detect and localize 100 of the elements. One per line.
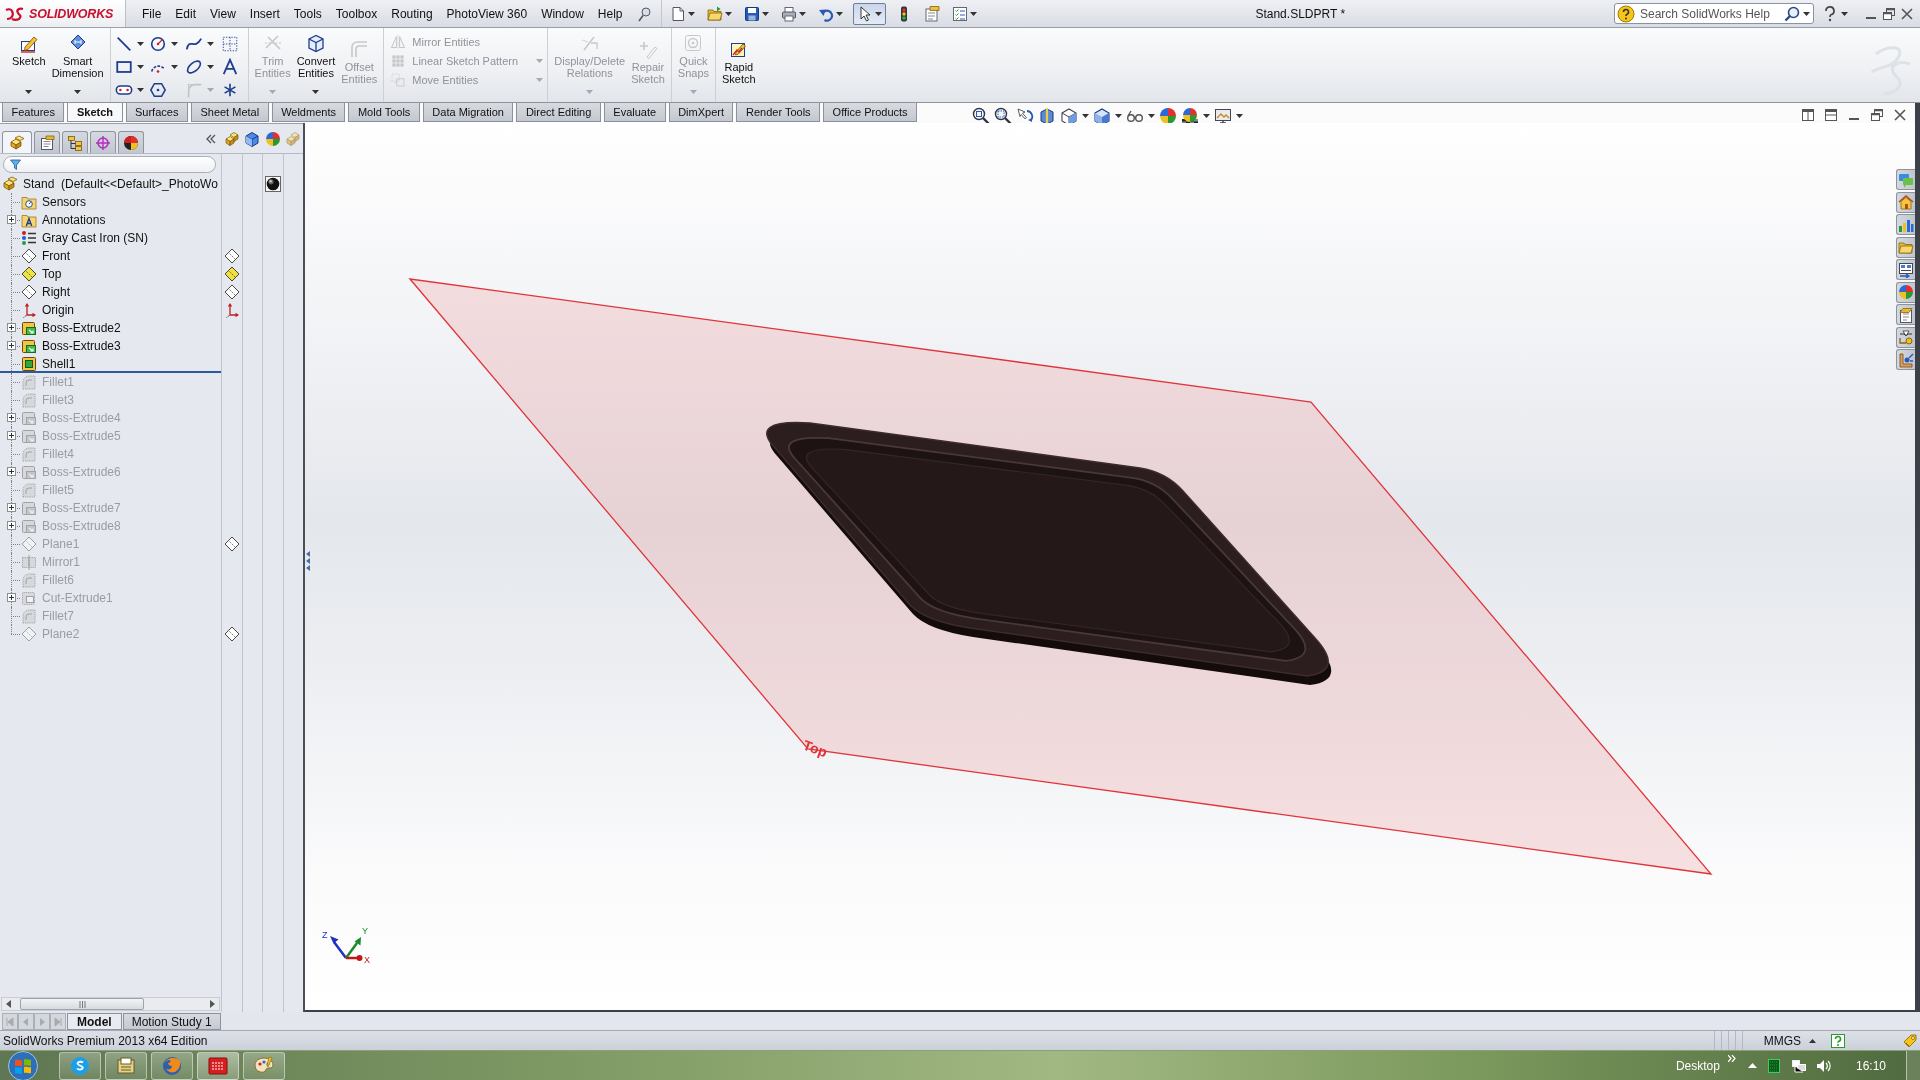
caret-icon[interactable] <box>724 11 732 16</box>
menu-item[interactable]: Insert <box>242 6 287 21</box>
checklist-icon[interactable] <box>951 5 968 22</box>
tree-item[interactable]: Sensors <box>42 195 87 209</box>
restore-icon[interactable] <box>1870 108 1884 122</box>
command-tab[interactable]: Surfaces <box>125 103 188 122</box>
smart-dimension-button[interactable]: Smart Dimension <box>48 30 107 100</box>
command-tab[interactable]: Data Migration <box>422 103 514 122</box>
convert-button[interactable]: Convert Entities <box>293 30 339 100</box>
blank-page-icon[interactable] <box>669 5 686 22</box>
letter-a-icon[interactable] <box>220 57 239 76</box>
task-pane-tab[interactable] <box>1896 259 1915 280</box>
caret-icon[interactable] <box>312 90 320 94</box>
caret-icon[interactable] <box>687 11 695 16</box>
command-tab[interactable]: Render Tools <box>736 103 821 122</box>
expand-plus-icon[interactable] <box>7 593 16 602</box>
panel-tab[interactable] <box>118 131 144 153</box>
expand-plus-icon[interactable] <box>7 521 16 530</box>
horizontal-scrollbar[interactable] <box>1 997 220 1011</box>
command-tab[interactable]: Weldments <box>271 103 346 122</box>
caret-icon[interactable] <box>1115 114 1123 118</box>
task-pane-tab[interactable] <box>1896 281 1915 303</box>
menu-item[interactable]: Toolbox <box>328 6 385 21</box>
search-icon[interactable] <box>1784 5 1800 22</box>
caret-icon[interactable] <box>1148 114 1156 118</box>
tree-item[interactable]: Shell1 <box>42 357 76 371</box>
expand-plus-icon[interactable] <box>7 323 16 332</box>
caret-icon[interactable] <box>25 90 33 94</box>
clock[interactable]: 16:10 <box>1855 1058 1886 1073</box>
rapid-sketch-button[interactable]: Rapid Sketch <box>719 30 759 100</box>
menu-item[interactable]: Window <box>534 6 591 21</box>
caret-icon[interactable] <box>874 11 882 16</box>
pushpin-icon[interactable] <box>636 5 653 22</box>
tree-item[interactable]: Stand (Default<<Default>_PhotoWo <box>23 177 218 191</box>
hexagon-icon[interactable] <box>148 80 167 99</box>
ellipse-icon[interactable] <box>184 57 203 76</box>
menu-item[interactable]: File <box>135 6 169 21</box>
caret-icon[interactable] <box>1841 11 1848 16</box>
caret-icon[interactable] <box>170 64 178 69</box>
command-tab[interactable]: Office Products <box>823 103 918 122</box>
plane-visibility-icon[interactable] <box>224 266 240 282</box>
tree-item[interactable]: Right <box>42 285 70 299</box>
panel-tab[interactable] <box>34 131 60 153</box>
scroll-left-icon[interactable] <box>6 1000 12 1008</box>
tree-item[interactable]: Origin <box>42 303 74 317</box>
caret-icon[interactable] <box>136 41 144 46</box>
expand-plus-icon[interactable] <box>7 413 16 422</box>
close-icon[interactable] <box>1893 108 1907 122</box>
menu-item[interactable]: Routing <box>384 6 440 21</box>
command-tab[interactable]: Features <box>2 103 65 122</box>
caret-icon[interactable] <box>74 90 82 94</box>
status-square-icon[interactable] <box>1767 1058 1780 1073</box>
command-tab[interactable]: Direct Editing <box>516 103 601 122</box>
expand-plus-icon[interactable] <box>7 503 16 512</box>
monitor-icon[interactable] <box>1214 107 1233 125</box>
command-tab[interactable]: Evaluate <box>603 103 666 122</box>
scrollbar-thumb[interactable] <box>20 998 144 1010</box>
menu-item[interactable]: Edit <box>168 6 204 21</box>
appearance-ball-icon[interactable] <box>1159 107 1178 125</box>
windows-orb-icon[interactable] <box>5 1050 41 1080</box>
caret-up-icon[interactable] <box>1809 1038 1816 1043</box>
close-icon[interactable] <box>1900 6 1914 21</box>
caret-icon[interactable] <box>206 64 214 69</box>
expand-plus-icon[interactable] <box>7 431 16 440</box>
caret-icon[interactable] <box>1082 114 1090 118</box>
scroll-right-icon[interactable] <box>209 1000 215 1008</box>
plane-visibility-icon[interactable] <box>224 284 240 300</box>
caret-icon[interactable] <box>1236 114 1244 118</box>
menu-item[interactable]: Tools <box>286 6 329 21</box>
menu-item[interactable]: Help <box>590 6 630 21</box>
double-chevron-icon[interactable] <box>206 133 216 144</box>
caret-icon[interactable] <box>170 41 178 46</box>
expand-plus-icon[interactable] <box>7 215 16 224</box>
toolbar-label[interactable]: Desktop <box>1675 1058 1720 1073</box>
taskbar-button[interactable] <box>59 1051 101 1080</box>
tile-horizontal-icon[interactable] <box>1801 108 1815 122</box>
caret-icon[interactable] <box>206 41 214 46</box>
caret-icon[interactable] <box>1203 114 1211 118</box>
taskbar-button[interactable] <box>243 1051 285 1080</box>
task-pane-tab[interactable] <box>1896 191 1915 213</box>
document-properties-icon[interactable] <box>923 5 940 22</box>
taskbar-button[interactable] <box>197 1051 239 1080</box>
taskbar-button[interactable] <box>151 1051 193 1080</box>
filter-field[interactable] <box>3 156 216 173</box>
caret-icon[interactable] <box>1803 11 1810 16</box>
appearance-sphere-icon[interactable] <box>265 176 281 192</box>
rebuild-tag-icon[interactable] <box>1902 1032 1918 1049</box>
command-tab[interactable]: DimXpert <box>668 103 734 122</box>
document-tab[interactable]: Motion Study 1 <box>122 1013 221 1030</box>
task-pane-tab[interactable] <box>1896 326 1915 348</box>
parts-stack-icon[interactable] <box>223 130 240 147</box>
cube-icon[interactable] <box>244 130 260 147</box>
axis-triad-icon[interactable] <box>330 936 363 961</box>
sketch-button[interactable]: Sketch <box>9 30 49 100</box>
menu-item[interactable]: View <box>203 6 243 21</box>
command-tab[interactable]: Mold Tools <box>348 103 420 122</box>
command-tab[interactable]: Sketch <box>67 103 123 122</box>
expand-plus-icon[interactable] <box>7 341 16 350</box>
task-pane-tab[interactable] <box>1896 349 1915 370</box>
dotted-grid-icon[interactable] <box>220 34 239 53</box>
